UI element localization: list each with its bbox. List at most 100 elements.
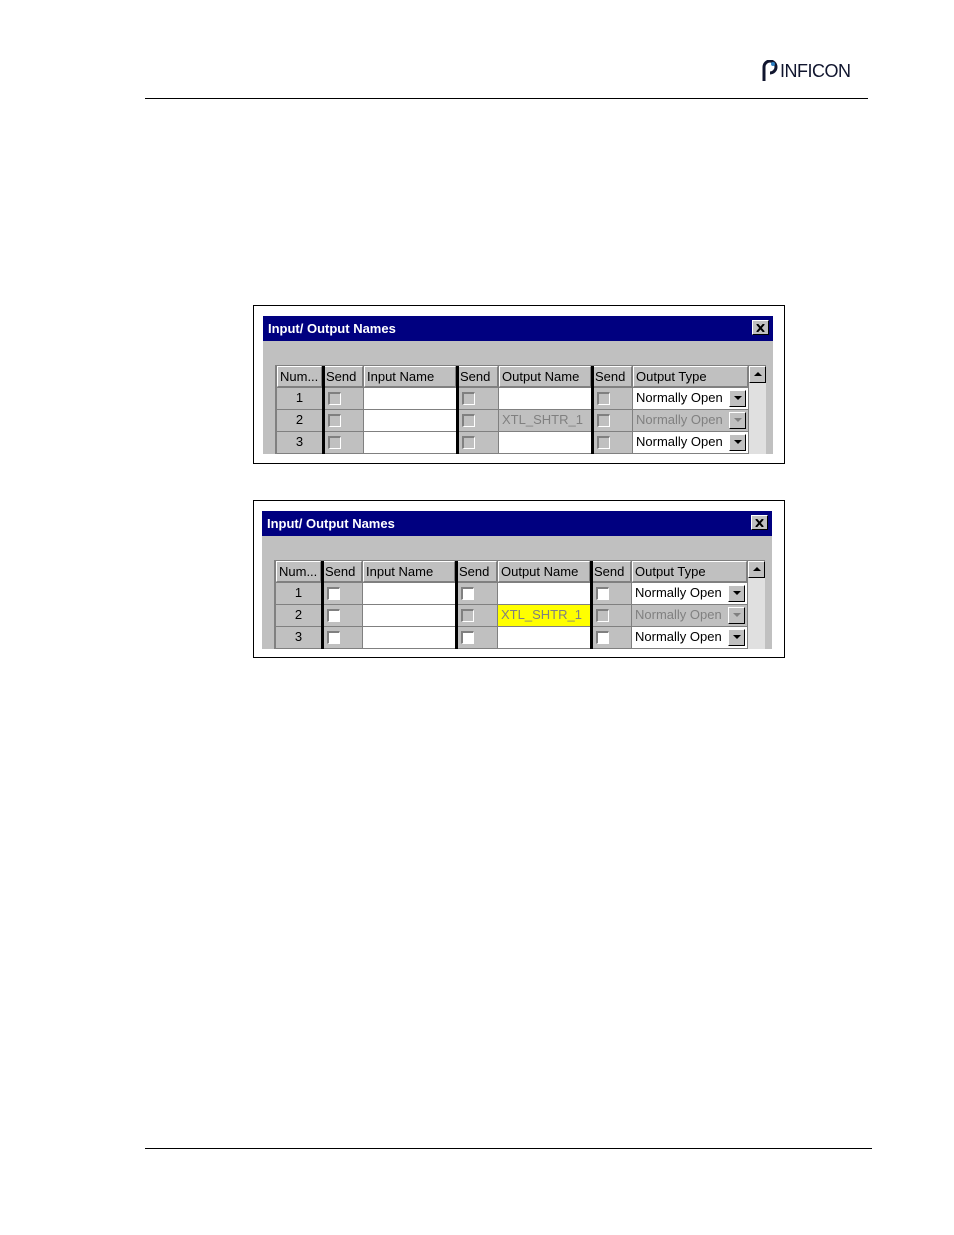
header-rule: [145, 98, 868, 99]
dropdown-arrow-icon[interactable]: [728, 629, 745, 646]
send-input-cell: [323, 388, 363, 409]
output-type-value: Normally Open: [636, 390, 723, 405]
send-output-checkbox[interactable]: [461, 609, 474, 622]
scroll-up-arrow-icon[interactable]: [749, 366, 766, 383]
send-input-checkbox[interactable]: [328, 392, 341, 405]
close-icon: [756, 323, 765, 332]
send-output-cell: [457, 388, 498, 409]
dropdown-arrow-icon[interactable]: [729, 390, 746, 407]
send-type-checkbox[interactable]: [597, 392, 610, 405]
output-type-value: Normally Open: [635, 585, 722, 600]
send-type-cell: [592, 432, 632, 453]
send-type-checkbox[interactable]: [596, 587, 609, 600]
column-header-output-name[interactable]: Output Name: [499, 366, 591, 387]
send-output-cell: [456, 583, 497, 604]
send-output-checkbox[interactable]: [462, 392, 475, 405]
dialog-titlebar[interactable]: Input/ Output Names: [262, 511, 772, 536]
dropdown-arrow-icon[interactable]: [729, 412, 746, 429]
inficon-logo-mark: [760, 59, 778, 82]
input-name-field[interactable]: [363, 605, 455, 626]
input-name-field[interactable]: [363, 627, 455, 648]
output-name-value: XTL_SHTR_1: [502, 412, 583, 427]
column-header-output-type[interactable]: Output Type: [632, 561, 747, 582]
column-header-input-name[interactable]: Input Name: [364, 366, 456, 387]
output-type-select[interactable]: Normally Open: [632, 627, 747, 648]
vertical-scrollbar[interactable]: [748, 561, 765, 649]
column-header-send-output[interactable]: Send: [456, 561, 497, 582]
close-icon: [755, 518, 764, 527]
send-input-checkbox[interactable]: [328, 436, 341, 449]
io-grid: Num... Send Input Name Send Output Name …: [275, 365, 766, 454]
output-type-select[interactable]: Normally Open: [633, 388, 748, 409]
input-name-field[interactable]: [364, 432, 456, 453]
send-type-checkbox[interactable]: [596, 609, 609, 622]
output-name-field[interactable]: XTL_SHTR_1: [499, 410, 591, 431]
column-divider: [590, 561, 593, 649]
output-type-select[interactable]: Normally Open: [633, 432, 748, 453]
io-names-dialog: Input/ Output Names Num... Send Input Na…: [263, 316, 773, 454]
send-input-checkbox[interactable]: [327, 609, 340, 622]
column-header-num[interactable]: Num...: [277, 366, 322, 387]
column-header-send-type[interactable]: Send: [591, 561, 631, 582]
send-type-checkbox[interactable]: [597, 436, 610, 449]
send-type-checkbox[interactable]: [597, 414, 610, 427]
close-button[interactable]: [751, 515, 768, 530]
send-input-cell: [323, 432, 363, 453]
scroll-track[interactable]: [749, 383, 766, 454]
output-name-field-highlighted[interactable]: XTL_SHTR_1: [498, 605, 590, 626]
scroll-up-arrow-icon[interactable]: [748, 561, 765, 578]
send-input-cell: [322, 605, 362, 626]
brand-name: INFICON: [780, 60, 851, 81]
column-header-send-type[interactable]: Send: [592, 366, 632, 387]
send-type-cell: [591, 627, 631, 648]
send-input-cell: [322, 627, 362, 648]
send-output-checkbox[interactable]: [461, 631, 474, 644]
row-number: 3: [276, 627, 321, 648]
send-type-cell: [592, 410, 632, 431]
send-input-checkbox[interactable]: [327, 631, 340, 644]
output-name-field[interactable]: [499, 388, 591, 409]
send-output-cell: [457, 410, 498, 431]
output-type-select[interactable]: Normally Open: [632, 605, 747, 626]
column-header-send-output[interactable]: Send: [457, 366, 498, 387]
scroll-track[interactable]: [748, 578, 765, 649]
output-type-value: Normally Open: [635, 607, 722, 622]
column-header-send-input[interactable]: Send: [322, 561, 362, 582]
column-header-output-name[interactable]: Output Name: [498, 561, 590, 582]
column-header-send-input[interactable]: Send: [323, 366, 363, 387]
row-number: 1: [277, 388, 322, 409]
output-type-select[interactable]: Normally Open: [632, 583, 747, 604]
dropdown-arrow-icon[interactable]: [728, 607, 745, 624]
io-grid: Num... Send Input Name Send Output Name …: [274, 560, 765, 649]
column-divider: [591, 366, 594, 454]
send-input-checkbox[interactable]: [328, 414, 341, 427]
input-name-field[interactable]: [364, 388, 456, 409]
output-type-select[interactable]: Normally Open: [633, 410, 748, 431]
footer-rule: [145, 1148, 872, 1149]
send-input-cell: [323, 410, 363, 431]
column-divider: [456, 366, 459, 454]
column-header-num[interactable]: Num...: [276, 561, 321, 582]
dropdown-arrow-icon[interactable]: [729, 434, 746, 451]
send-input-checkbox[interactable]: [327, 587, 340, 600]
send-type-checkbox[interactable]: [596, 631, 609, 644]
dropdown-arrow-icon[interactable]: [728, 585, 745, 602]
output-name-field[interactable]: [498, 627, 590, 648]
input-name-field[interactable]: [364, 410, 456, 431]
send-output-checkbox[interactable]: [461, 587, 474, 600]
send-output-checkbox[interactable]: [462, 436, 475, 449]
dialog-titlebar[interactable]: Input/ Output Names: [263, 316, 773, 341]
output-name-field[interactable]: [498, 583, 590, 604]
column-header-output-type[interactable]: Output Type: [633, 366, 748, 387]
column-header-input-name[interactable]: Input Name: [363, 561, 455, 582]
close-button[interactable]: [752, 320, 769, 335]
column-divider: [322, 366, 325, 454]
output-type-value: Normally Open: [636, 434, 723, 449]
vertical-scrollbar[interactable]: [749, 366, 766, 454]
output-name-field[interactable]: [499, 432, 591, 453]
send-output-cell: [456, 605, 497, 626]
input-name-field[interactable]: [363, 583, 455, 604]
send-type-cell: [592, 388, 632, 409]
send-output-checkbox[interactable]: [462, 414, 475, 427]
output-type-value: Normally Open: [636, 412, 723, 427]
